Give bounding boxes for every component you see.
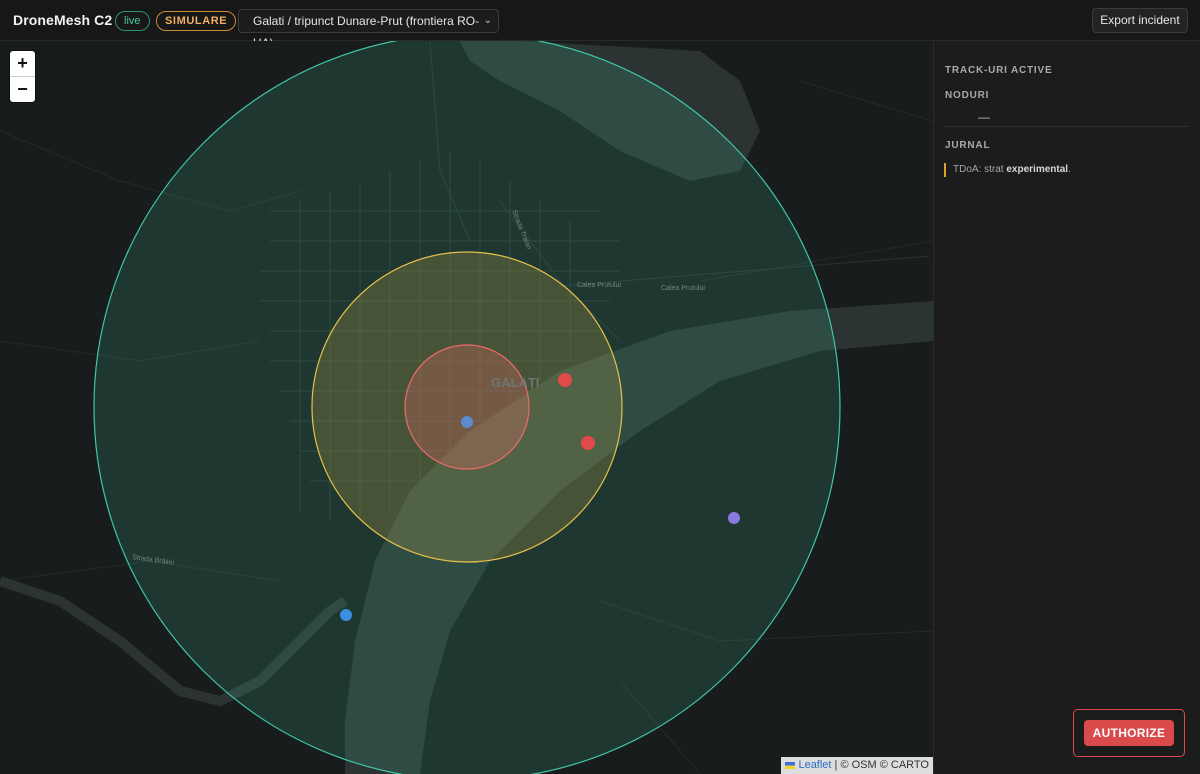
divider [944, 126, 1190, 127]
track-marker [558, 373, 572, 387]
track-marker [340, 609, 352, 621]
track-marker [728, 512, 740, 524]
inner-zone-circle [404, 344, 530, 470]
sidebar: TRACK-URI ACTIVE NODURI — JURNAL TDoA: s… [933, 41, 1200, 774]
ukraine-flag-icon [785, 761, 796, 769]
zoom-control: + − [10, 51, 35, 102]
track-marker [581, 436, 595, 450]
authorize-panel: AUTHORIZE [1073, 709, 1185, 757]
chevron-down-icon: ⌄ [483, 15, 492, 26]
attribution-text: | © OSM © CARTO [831, 759, 929, 771]
export-incident-button[interactable]: Export incident [1092, 8, 1188, 33]
zoom-in-button[interactable]: + [10, 51, 35, 77]
street-label: Calea Prutului [661, 285, 705, 292]
log-entry-suffix: . [1068, 164, 1071, 175]
location-select[interactable]: Galati / tripunct Dunare-Prut (frontiera… [238, 9, 499, 50]
authorize-button[interactable]: AUTHORIZE [1084, 720, 1174, 746]
log-entry: TDoA: strat experimental. [944, 163, 1071, 177]
nodes-empty-indicator: — [978, 110, 990, 124]
map-view[interactable]: Strada Traian Calea Prutului Calea Prutu… [0, 41, 933, 774]
leaflet-link[interactable]: Leaflet [798, 759, 831, 771]
nodes-section-title: NODURI [945, 90, 990, 101]
map-canvas: Strada Traian Calea Prutului Calea Prutu… [0, 41, 933, 774]
simulation-badge: SIMULARE [156, 11, 237, 31]
log-section-title: JURNAL [945, 140, 991, 151]
map-attribution: Leaflet | © OSM © CARTO [781, 757, 933, 774]
tracks-section-title: TRACK-URI ACTIVE [945, 65, 1053, 76]
zoom-out-button[interactable]: − [10, 77, 35, 102]
live-badge: live [115, 11, 150, 31]
node-marker [461, 416, 473, 428]
city-label: GALAȚI [491, 375, 539, 390]
app-title: DroneMesh C2 [13, 12, 113, 28]
log-entry-bold: experimental [1006, 164, 1069, 175]
log-entry-prefix: TDoA: strat [953, 164, 1007, 175]
street-label: Calea Prutului [577, 282, 621, 289]
top-bar: DroneMesh C2 live SIMULARE Galati / trip… [0, 0, 1200, 50]
